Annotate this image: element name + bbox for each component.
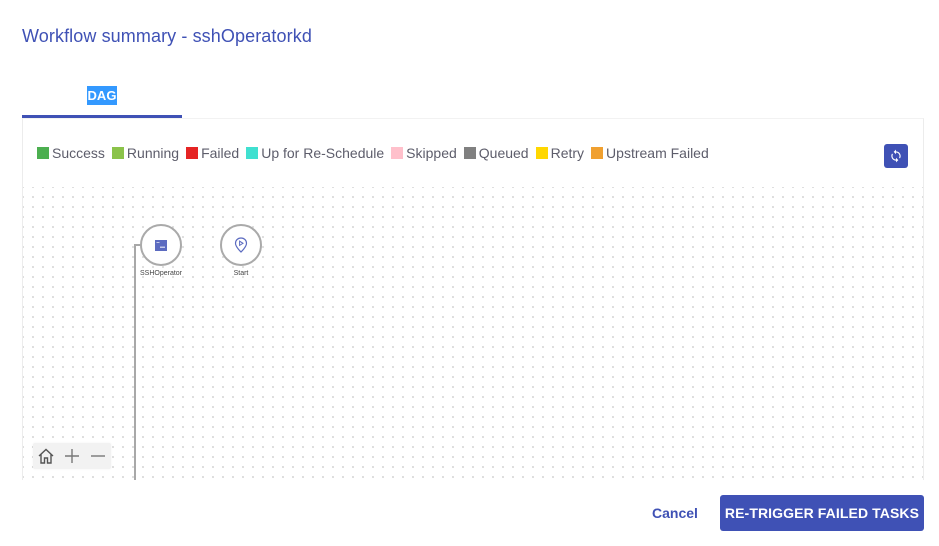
legend-label: Up for Re-Schedule bbox=[261, 145, 385, 161]
legend-label: Queued bbox=[478, 145, 529, 161]
zoom-in-button[interactable] bbox=[59, 443, 85, 469]
location-play-icon bbox=[234, 237, 248, 253]
legend-swatch bbox=[391, 147, 404, 159]
dag-edge bbox=[134, 244, 136, 480]
cancel-button[interactable]: Cancel bbox=[640, 497, 710, 529]
legend-item-upstream-failed: Upstream Failed bbox=[591, 145, 709, 161]
tab-dag[interactable]: DAG bbox=[22, 76, 182, 118]
legend-label: Failed bbox=[201, 145, 240, 161]
legend-swatch bbox=[111, 147, 124, 159]
legend-label: Skipped bbox=[406, 145, 457, 161]
legend-item-success: Success bbox=[37, 145, 105, 161]
legend-swatch bbox=[535, 147, 548, 159]
minus-icon bbox=[91, 455, 105, 457]
refresh-icon bbox=[891, 149, 901, 163]
legend-item-queued: Queued bbox=[463, 145, 529, 161]
zoom-controls bbox=[33, 443, 111, 469]
node-label-sshoperator: SSHOperator bbox=[139, 270, 183, 277]
terminal-icon bbox=[155, 239, 167, 251]
legend-label: Retry bbox=[550, 145, 585, 161]
dag-panel: Success Running Failed Up for Re-Schedul… bbox=[22, 118, 924, 480]
home-icon bbox=[38, 448, 54, 464]
node-label-start: Start bbox=[233, 270, 249, 277]
refresh-button[interactable] bbox=[884, 144, 908, 168]
retrigger-failed-tasks-button[interactable]: RE-TRIGGER FAILED TASKS bbox=[720, 495, 924, 531]
legend-swatch bbox=[246, 147, 259, 159]
dag-canvas[interactable]: SSHOperator Start bbox=[23, 187, 923, 480]
plus-icon bbox=[65, 449, 79, 463]
legend-label: Upstream Failed bbox=[606, 145, 709, 161]
legend-swatch bbox=[463, 147, 476, 159]
legend-item-running: Running bbox=[111, 145, 180, 161]
tab-dag-label: DAG bbox=[86, 86, 118, 105]
legend-swatch bbox=[37, 147, 49, 159]
legend-swatch bbox=[186, 147, 199, 159]
status-legend: Success Running Failed Up for Re-Schedul… bbox=[37, 145, 716, 161]
legend-item-retry: Retry bbox=[535, 145, 585, 161]
legend-item-skipped: Skipped bbox=[391, 145, 457, 161]
tab-bar: DAG bbox=[22, 76, 182, 118]
zoom-out-button[interactable] bbox=[85, 443, 111, 469]
legend-label: Running bbox=[126, 145, 180, 161]
legend-item-failed: Failed bbox=[186, 145, 239, 161]
workflow-summary-dialog: Workflow summary - sshOperatorkd DAG Suc… bbox=[0, 0, 939, 546]
zoom-home-button[interactable] bbox=[33, 443, 59, 469]
legend-item-up-for-reschedule: Up for Re-Schedule bbox=[246, 145, 384, 161]
legend-swatch bbox=[591, 147, 604, 159]
dialog-title: Workflow summary - sshOperatorkd bbox=[22, 26, 312, 46]
node-start[interactable] bbox=[220, 224, 262, 266]
node-sshoperator[interactable] bbox=[140, 224, 182, 266]
legend-label: Success bbox=[52, 145, 105, 161]
